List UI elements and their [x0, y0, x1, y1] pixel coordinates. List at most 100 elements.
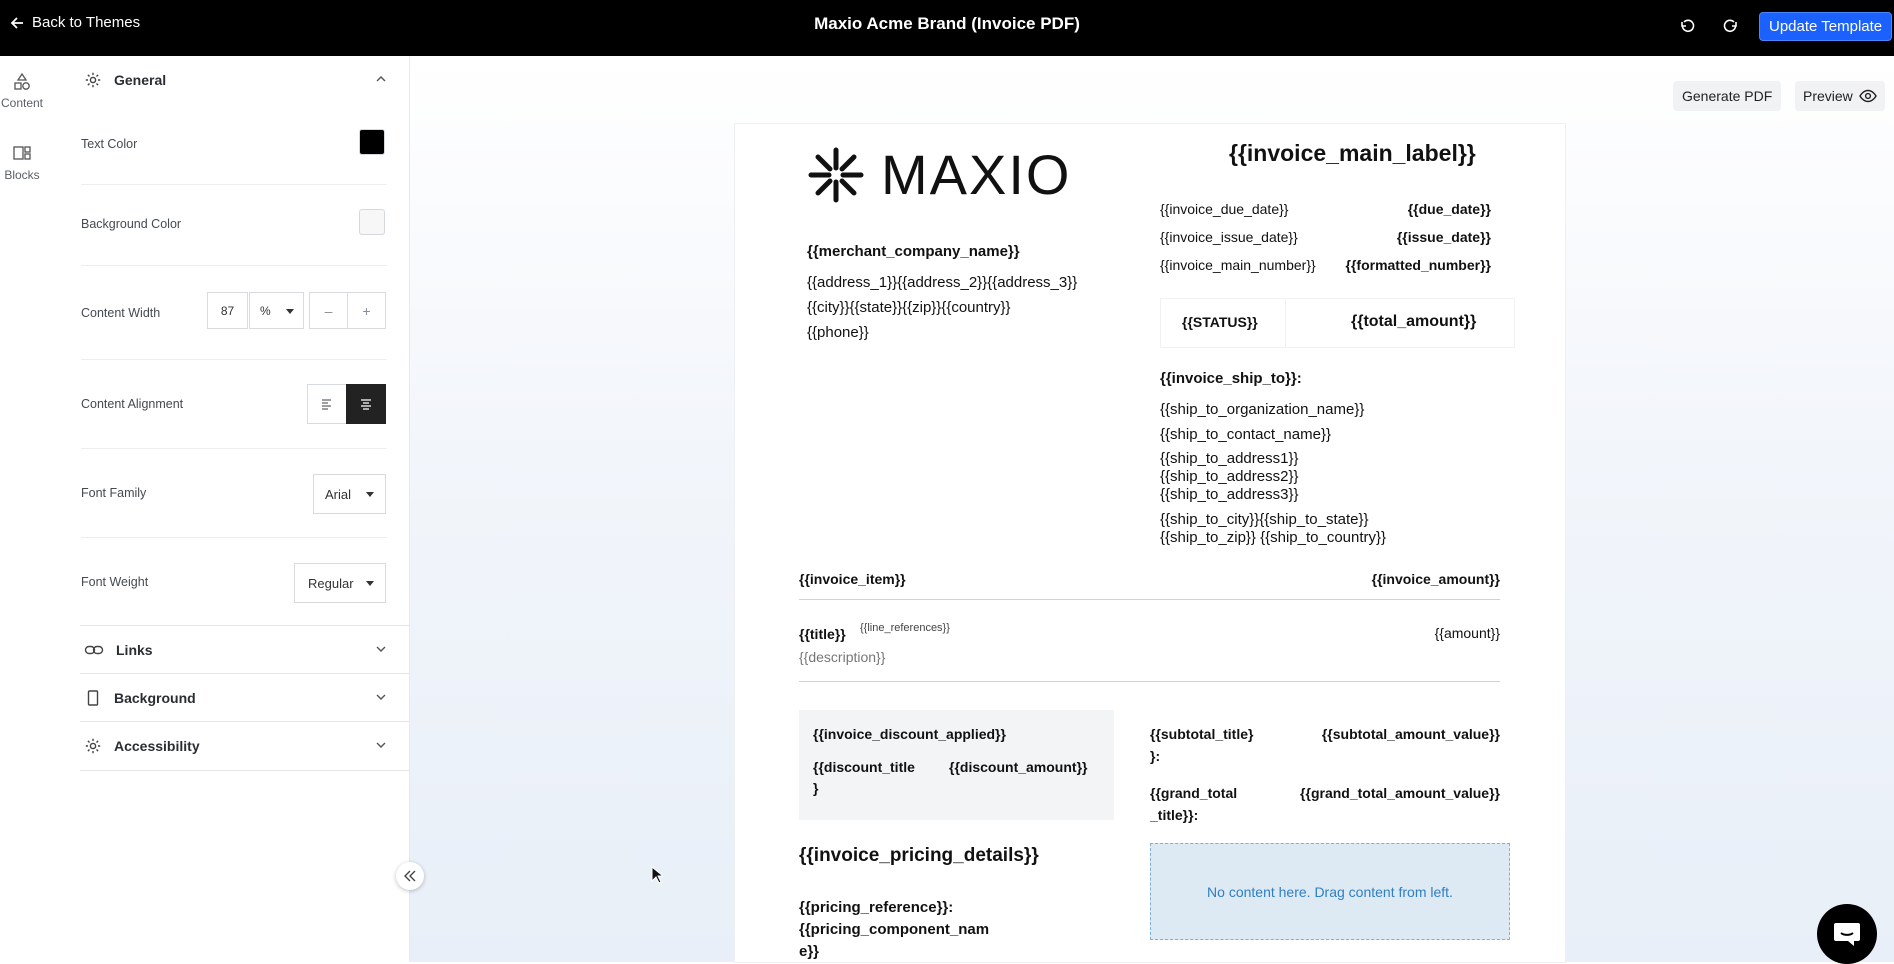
preview-label: Preview [1803, 88, 1853, 104]
font-family-label: Font Family [81, 486, 147, 500]
item-column-header: {{invoice_item}} [799, 571, 906, 587]
redo-button[interactable] [1717, 12, 1745, 40]
font-weight-value: Regular [308, 575, 354, 591]
grand-total-title-wrap: _title}}: [1150, 807, 1199, 823]
gear-icon [85, 738, 101, 754]
issue-date-value: {{issue_date}} [1396, 229, 1491, 245]
divider [81, 184, 387, 185]
general-label: General [114, 72, 167, 88]
divider [81, 359, 387, 360]
generate-pdf-button[interactable]: Generate PDF [1673, 81, 1782, 111]
ship-to-line: {{ship_to_address3}} [1160, 486, 1299, 503]
links-section-header[interactable]: Links [84, 626, 410, 674]
general-section-header[interactable]: General [84, 56, 410, 104]
pricing-reference: {{pricing_reference}}: [799, 899, 954, 916]
gear-icon [85, 72, 101, 88]
discount-applied-label: {{invoice_discount_applied}} [813, 726, 1006, 742]
page-icon [87, 690, 99, 706]
invoice-number-label: {{invoice_main_number}} [1160, 257, 1316, 273]
line-item-divider [799, 681, 1500, 682]
preview-button[interactable]: Preview [1795, 81, 1885, 111]
line-item-description: {{description}} [799, 649, 886, 665]
width-increment-button[interactable]: + [347, 292, 386, 329]
text-color-swatch[interactable] [359, 129, 385, 155]
due-date-label: {{invoice_due_date}} [1160, 201, 1289, 217]
ship-to-line: {{ship_to_address2}} [1160, 468, 1299, 485]
back-to-themes-link[interactable]: Back to Themes [10, 14, 140, 31]
align-center-icon [361, 399, 371, 410]
line-item-amount: {{amount}} [1434, 625, 1500, 641]
align-left-button[interactable] [307, 384, 347, 424]
ship-to-line: {{ship_to_address1}} [1160, 450, 1299, 467]
background-color-swatch[interactable] [359, 209, 385, 235]
blocks-icon [13, 146, 31, 160]
merchant-company-name: {{merchant_company_name}} [807, 243, 1020, 260]
top-bar: Back to Themes Maxio Acme Brand (Invoice… [0, 0, 1894, 56]
ship-to-line: {{ship_to_city}}{{ship_to_state}} [1160, 511, 1369, 528]
drop-zone-text: No content here. Drag content from left. [1207, 883, 1453, 900]
empty-drop-zone[interactable]: No content here. Drag content from left. [1150, 843, 1510, 940]
align-left-icon [322, 399, 331, 410]
grand-total-value: {{grand_total_amount_value}} [1300, 785, 1500, 801]
grand-total-title: {{grand_total [1150, 785, 1238, 801]
text-color-label: Text Color [81, 137, 138, 151]
pricing-component-name: {{pricing_component_nam [799, 921, 990, 938]
merchant-phone: {{phone}} [807, 324, 869, 341]
subtotal-title: {{subtotal_title} [1150, 726, 1254, 742]
content-width-input[interactable]: 87 [207, 292, 248, 329]
merchant-address-line: {{address_1}}{{address_2}}{{address_3}} [807, 274, 1078, 291]
ship-to-line: {{ship_to_contact_name}} [1160, 426, 1331, 443]
update-template-button[interactable]: Update Template [1759, 12, 1893, 41]
links-label: Links [116, 642, 153, 658]
shapes-icon [14, 72, 30, 90]
total-amount: {{total_amount}} [1351, 313, 1477, 330]
background-label: Background [114, 690, 196, 706]
divider [81, 265, 387, 266]
invoice-number-value: {{formatted_number}} [1345, 257, 1491, 273]
pricing-component-name-wrap: e}} [799, 943, 820, 960]
chat-launcher-button[interactable] [1817, 904, 1877, 964]
chevron-down-icon [376, 646, 386, 652]
divider [81, 537, 387, 538]
mouse-cursor-icon [651, 866, 663, 884]
issue-date-label: {{invoice_issue_date}} [1160, 229, 1298, 245]
rail-content-label: Content [0, 96, 44, 110]
background-color-label: Background Color [81, 217, 182, 231]
amount-column-header: {{invoice_amount}} [1371, 571, 1500, 587]
accessibility-section-header[interactable]: Accessibility [84, 722, 410, 770]
discount-amount: {{discount_amount}} [949, 759, 1088, 775]
undo-icon [1681, 19, 1695, 33]
status-text: {{STATUS}} [1182, 314, 1258, 330]
chevron-down-icon [376, 694, 386, 700]
divider [80, 770, 410, 771]
table-header-divider [799, 599, 1500, 600]
chat-bubble-icon [1834, 923, 1860, 946]
font-weight-select[interactable]: Regular [294, 563, 386, 603]
width-decrement-button[interactable]: – [309, 292, 348, 329]
line-item-title: {{title}} [799, 626, 846, 642]
redo-icon [1723, 19, 1737, 33]
divider [81, 448, 387, 449]
caret-down-icon [366, 492, 374, 497]
left-rail: Content Blocks [0, 56, 44, 962]
maxio-logo: MAXIO [807, 146, 1071, 204]
subtotal-value: {{subtotal_amount_value}} [1321, 726, 1500, 742]
content-width-label: Content Width [81, 306, 161, 320]
due-date-value: {{due_date}} [1407, 201, 1491, 217]
undo-button[interactable] [1673, 12, 1701, 40]
link-icon [84, 645, 104, 655]
merchant-city-line: {{city}}{{state}}{{zip}}{{country}} [807, 299, 1011, 316]
font-family-select[interactable]: Arial [313, 474, 386, 514]
align-center-button[interactable] [346, 384, 386, 424]
discount-title-wrap: } [813, 780, 819, 796]
unit-value: % [260, 303, 271, 318]
rail-blocks-tab[interactable]: Blocks [0, 144, 44, 182]
rail-content-tab[interactable]: Content [0, 72, 44, 110]
back-label: Back to Themes [32, 14, 141, 31]
font-family-value: Arial [325, 486, 352, 502]
collapse-panel-button[interactable] [396, 862, 424, 890]
content-width-unit-select[interactable]: % [249, 292, 304, 329]
background-section-header[interactable]: Background [84, 674, 410, 722]
invoice-main-label: {{invoice_main_label}} [1229, 140, 1476, 166]
font-weight-label: Font Weight [81, 575, 149, 589]
